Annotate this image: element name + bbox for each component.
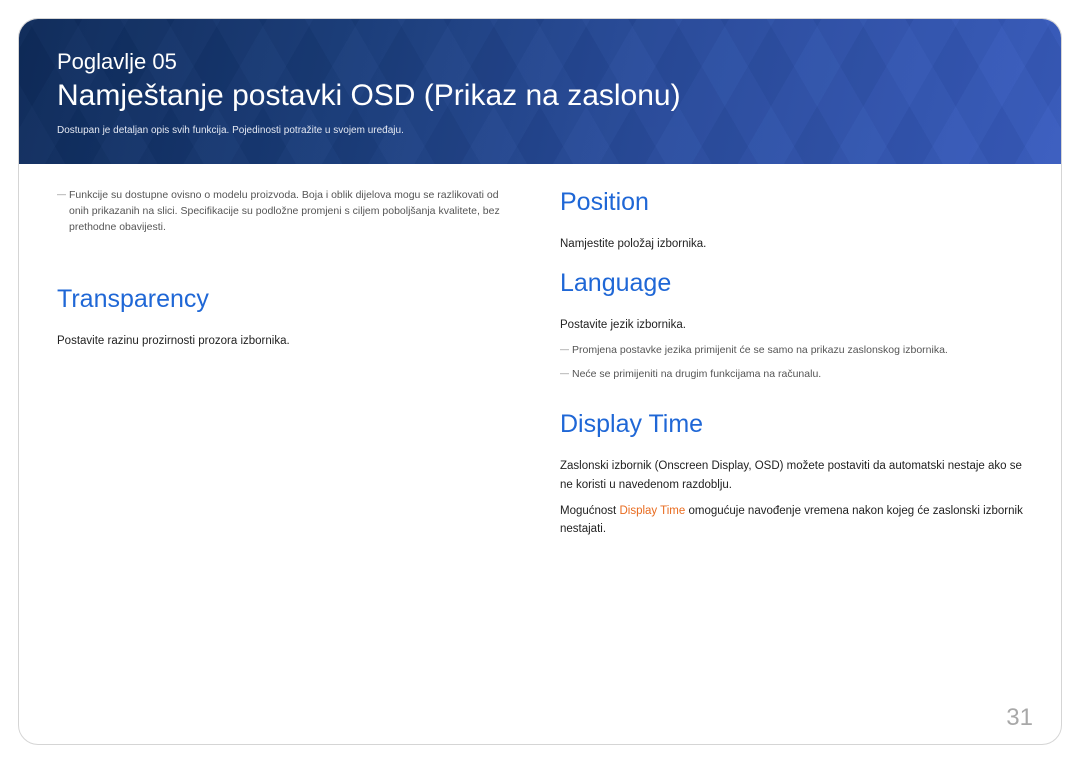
page-number: 31 xyxy=(1006,704,1033,732)
right-column: Position Namjestite položaj izbornika. L… xyxy=(560,188,1023,547)
display-time-body-1: Zaslonski izbornik (Onscreen Display, OS… xyxy=(560,457,1023,494)
hero-subtitle: Dostupan je detaljan opis svih funkcija.… xyxy=(57,125,1023,136)
position-body: Namjestite položaj izbornika. xyxy=(560,235,1023,253)
left-column: Funkcije su dostupne ovisno o modelu pro… xyxy=(57,188,520,547)
heading-display-time: Display Time xyxy=(560,410,1023,439)
heading-transparency: Transparency xyxy=(57,285,520,314)
language-note-2: Neće se primijeniti na drugim funkcijama… xyxy=(560,367,1023,383)
transparency-body: Postavite razinu prozirnosti prozora izb… xyxy=(57,332,520,350)
display-time-body-2-prefix: Mogućnost xyxy=(560,505,619,517)
language-note-1: Promjena postavke jezika primijenit će s… xyxy=(560,343,1023,359)
page-frame: Poglavlje 05 Namještanje postavki OSD (P… xyxy=(18,18,1062,745)
chapter-label: Poglavlje 05 xyxy=(57,49,1023,75)
disclaimer-note: Funkcije su dostupne ovisno o modelu pro… xyxy=(57,188,520,235)
heading-position: Position xyxy=(560,188,1023,217)
display-time-body-2: Mogućnost Display Time omogućuje navođen… xyxy=(560,502,1023,539)
display-time-highlight: Display Time xyxy=(619,505,685,517)
language-body: Postavite jezik izbornika. xyxy=(560,316,1023,334)
content-area: Funkcije su dostupne ovisno o modelu pro… xyxy=(19,164,1061,547)
heading-language: Language xyxy=(560,269,1023,298)
hero-banner: Poglavlje 05 Namještanje postavki OSD (P… xyxy=(19,19,1061,164)
page-title: Namještanje postavki OSD (Prikaz na zasl… xyxy=(57,79,1023,113)
